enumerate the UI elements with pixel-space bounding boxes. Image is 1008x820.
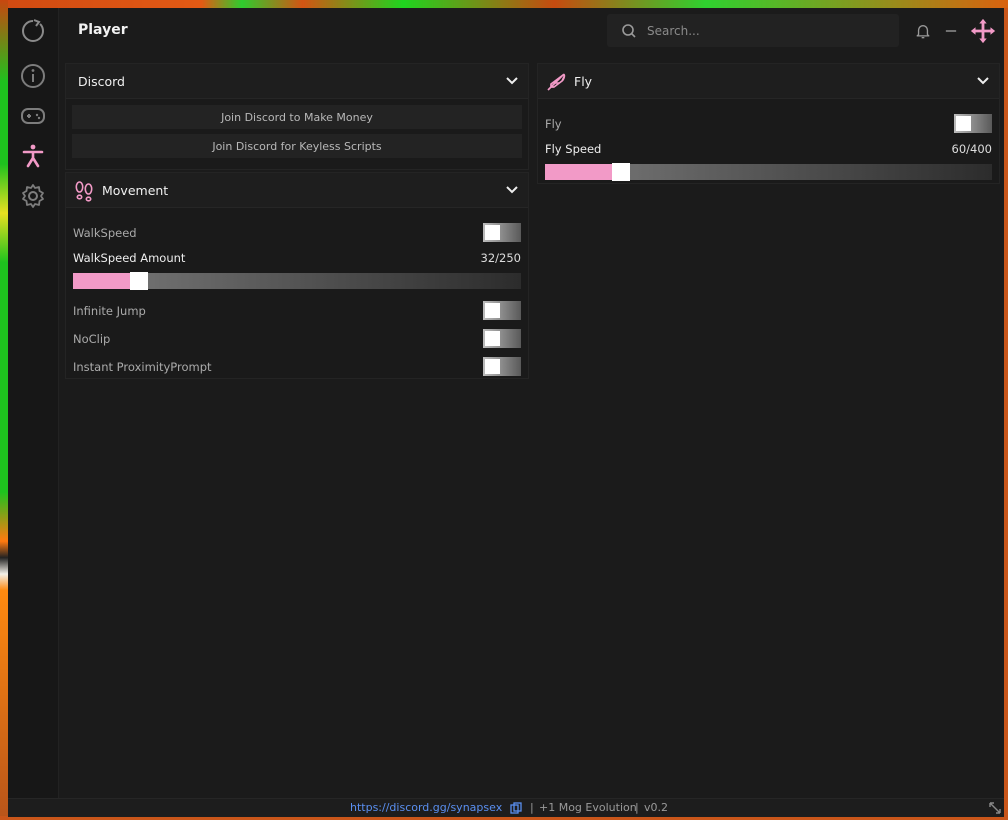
chevron-down-icon[interactable] (975, 73, 991, 89)
feather-icon (547, 73, 566, 91)
page-title: Player (78, 22, 128, 38)
info-icon[interactable] (18, 61, 48, 91)
movement-panel: Movement WalkSpeed WalkSpeed Amount 32/2… (65, 172, 529, 379)
background-scene-top (0, 0, 1008, 8)
slider-fill (73, 273, 130, 289)
move-icon[interactable] (968, 16, 998, 46)
fly-speed-slider[interactable] (545, 163, 992, 181)
bell-icon[interactable] (914, 22, 932, 40)
main-window: Player Discord Join Discord to Make Mone… (8, 8, 1004, 817)
infinite-jump-label: Infinite Jump (73, 304, 146, 318)
walkspeed-label: WalkSpeed (73, 226, 137, 240)
movement-panel-header[interactable]: Movement (66, 173, 528, 208)
discord-panel-header[interactable]: Discord (66, 64, 528, 99)
toggle-knob (485, 331, 500, 346)
infinite-jump-toggle[interactable] (483, 301, 521, 320)
chevron-down-icon[interactable] (504, 73, 520, 89)
slider-fill (545, 164, 612, 180)
toggle-knob (485, 225, 500, 240)
resize-icon[interactable] (989, 802, 1001, 814)
noclip-toggle[interactable] (483, 329, 521, 348)
background-scene-left (0, 0, 8, 820)
fly-speed-label: Fly Speed (545, 142, 602, 156)
join-discord-keyless-button[interactable]: Join Discord for Keyless Scripts (72, 134, 522, 158)
slider-thumb[interactable] (130, 272, 148, 290)
walkspeed-amount-value: 32/250 (480, 251, 521, 265)
search-icon (622, 23, 636, 38)
gear-icon[interactable] (18, 181, 48, 211)
version-label: v0.2 (644, 801, 669, 814)
search-input[interactable] (645, 22, 889, 39)
join-discord-money-button[interactable]: Join Discord to Make Money (72, 105, 522, 129)
noclip-label: NoClip (73, 332, 111, 346)
game-name: +1 Mog Evolution (539, 801, 637, 814)
chevron-down-icon[interactable] (504, 182, 520, 198)
slider-thumb[interactable] (612, 163, 630, 181)
instant-prompt-label: Instant ProximityPrompt (73, 360, 212, 374)
fly-speed-value: 60/400 (951, 142, 992, 156)
logo-icon (18, 16, 48, 46)
fly-panel-title: Fly (574, 74, 593, 89)
copy-icon[interactable] (510, 802, 522, 814)
footer-separator: | (530, 801, 534, 814)
player-icon[interactable] (18, 141, 48, 171)
sidebar (8, 8, 59, 798)
walkspeed-toggle[interactable] (483, 223, 521, 242)
toggle-knob (485, 303, 500, 318)
fly-panel-header[interactable]: Fly (538, 64, 999, 99)
footer: https://discord.gg/synapsex | +1 Mog Evo… (8, 798, 1004, 817)
header: Player (58, 8, 1004, 56)
fly-label: Fly (545, 117, 562, 131)
discord-link[interactable]: https://discord.gg/synapsex (350, 801, 502, 814)
discord-panel-title: Discord (78, 74, 125, 89)
toggle-knob (485, 359, 500, 374)
search-box[interactable] (607, 14, 899, 47)
walkspeed-slider[interactable] (73, 272, 521, 290)
toggle-knob (956, 116, 971, 131)
walkspeed-amount-label: WalkSpeed Amount (73, 251, 186, 265)
discord-panel: Discord Join Discord to Make Money Join … (65, 63, 529, 170)
movement-panel-title: Movement (102, 183, 169, 198)
gamepad-icon[interactable] (18, 101, 48, 131)
footer-separator: | (635, 801, 639, 814)
footprints-icon (75, 181, 93, 202)
fly-toggle[interactable] (954, 114, 992, 133)
minimize-icon[interactable] (944, 22, 958, 40)
instant-prompt-toggle[interactable] (483, 357, 521, 376)
fly-panel: Fly Fly Fly Speed 60/400 (537, 63, 1000, 184)
